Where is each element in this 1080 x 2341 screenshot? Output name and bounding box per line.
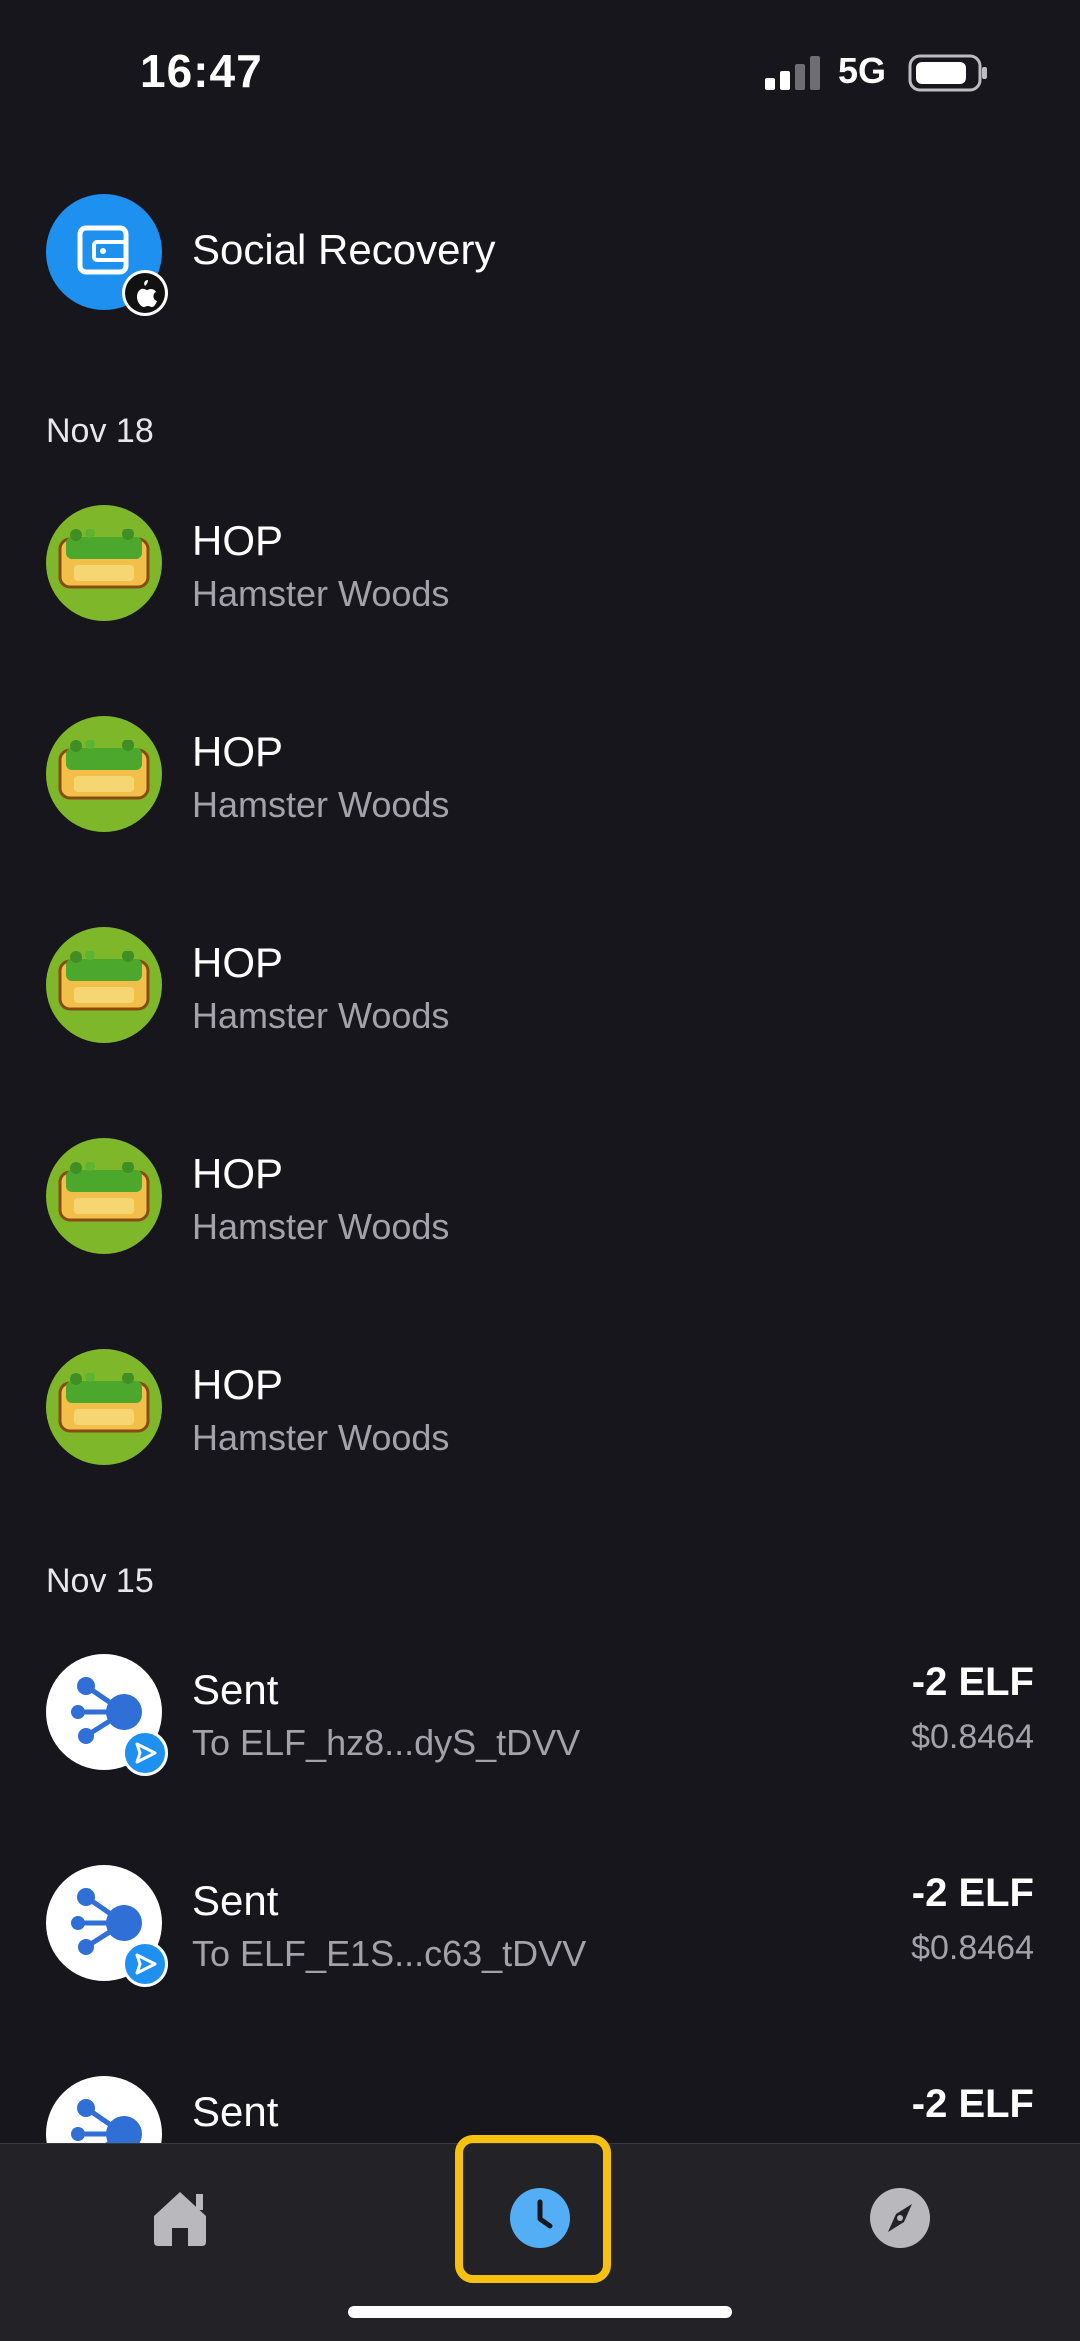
highlight-box — [455, 2135, 611, 2283]
hamster-woods-logo-icon — [58, 740, 150, 800]
elf-logo-icon — [71, 2099, 142, 2143]
hop-list-item[interactable]: HOP Hamster Woods — [0, 716, 1080, 866]
recipient-address: To ELF_hz8...dyS_tDVV — [192, 1722, 581, 1763]
hamster-woods-avatar — [46, 1138, 162, 1254]
network-type: 5G — [838, 50, 887, 91]
hop-list-item[interactable]: HOP Hamster Woods — [0, 1349, 1080, 1499]
item-title: HOP — [192, 1150, 284, 1197]
hop-list-item[interactable]: HOP Hamster Woods — [0, 1138, 1080, 1288]
status-time: 16:47 — [140, 45, 263, 97]
home-icon — [154, 2192, 206, 2246]
item-title: HOP — [192, 939, 284, 986]
nav-explore-tab[interactable] — [860, 2178, 940, 2258]
item-title: Sent — [192, 2088, 279, 2135]
elf-token-avatar — [46, 2076, 162, 2143]
hop-list-item[interactable]: HOP Hamster Woods — [0, 505, 1080, 655]
activity-list[interactable]: Social Recovery Nov 18 HOP Hamster Woods — [0, 140, 1080, 2143]
sent-transaction-item[interactable]: Sent To ELF_E1S...c63_tDVV -2 ELF $0.846… — [0, 1865, 1080, 2015]
item-title: HOP — [192, 1361, 284, 1408]
compass-icon — [870, 2188, 930, 2248]
battery-icon — [908, 54, 987, 92]
amount-elf: -2 ELF — [911, 1871, 1034, 1915]
amount-elf: -2 ELF — [911, 2082, 1034, 2126]
recipient-address: To ELF_E1S...c63_tDVV — [192, 1933, 587, 1974]
elf-token-avatar — [46, 1654, 168, 1776]
apple-badge — [122, 270, 168, 316]
elf-token-avatar — [46, 1865, 168, 1987]
item-subtitle: Hamster Woods — [192, 1206, 450, 1247]
send-badge — [122, 1730, 168, 1776]
amount-usd: $0.8464 — [911, 1718, 1034, 1756]
sent-transaction-item[interactable]: Sent To ELF_hz8...dyS_tDVV -2 ELF $0.846… — [0, 1654, 1080, 1804]
apple-icon — [125, 273, 165, 313]
hamster-woods-logo-icon — [58, 951, 150, 1011]
hop-list-item[interactable]: HOP Hamster Woods — [0, 927, 1080, 1077]
item-title: HOP — [192, 728, 284, 775]
item-title: Sent — [192, 1877, 279, 1924]
social-recovery-avatar — [46, 194, 168, 316]
item-subtitle: Hamster Woods — [192, 995, 450, 1036]
signal-strength-icon — [765, 56, 820, 90]
status-bar: 16:47 5G — [0, 0, 1080, 140]
amount-usd: $0.8464 — [911, 1929, 1034, 1967]
item-subtitle: Hamster Woods — [192, 784, 450, 825]
hamster-woods-logo-icon — [58, 1373, 150, 1433]
send-arrow-icon — [135, 1953, 157, 1975]
amount-elf: -2 ELF — [911, 1660, 1034, 1704]
item-subtitle: Hamster Woods — [192, 1417, 450, 1458]
sent-transaction-item[interactable]: Sent -2 ELF — [0, 2076, 1080, 2143]
item-title: Sent — [192, 1666, 279, 1713]
hamster-woods-avatar — [46, 505, 162, 621]
date-header-nov-15: Nov 15 — [46, 1562, 154, 1600]
nav-home-tab[interactable] — [140, 2178, 220, 2258]
item-title: HOP — [192, 517, 284, 564]
home-indicator — [348, 2306, 732, 2318]
hamster-woods-logo-icon — [58, 529, 150, 589]
hamster-woods-avatar — [46, 927, 162, 1043]
hamster-woods-logo-icon — [58, 1162, 150, 1222]
hamster-woods-avatar — [46, 1349, 162, 1465]
hamster-woods-avatar — [46, 716, 162, 832]
social-recovery-title: Social Recovery — [192, 226, 496, 273]
item-subtitle: Hamster Woods — [192, 573, 450, 614]
send-badge — [122, 1941, 168, 1987]
social-recovery-item[interactable]: Social Recovery — [0, 194, 1080, 344]
date-header-nov-18: Nov 18 — [46, 412, 154, 450]
send-arrow-icon — [135, 1742, 157, 1764]
